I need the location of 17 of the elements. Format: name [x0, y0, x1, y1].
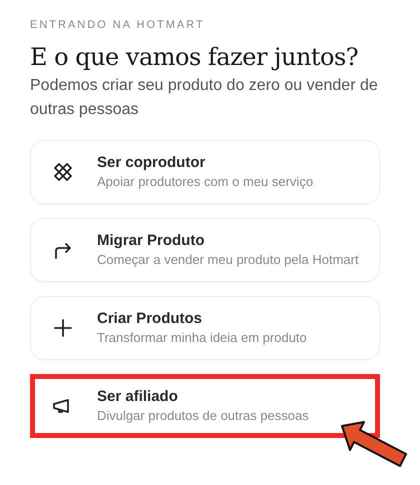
section-label: ENTRANDO NA HOTMART — [30, 18, 206, 32]
option-title: Migrar Produto — [97, 231, 206, 251]
option-card[interactable]: Criar Produtos Transformar minha ideia em produto — [30, 296, 380, 360]
pointer-arrow-drawing — [340, 420, 408, 468]
page-subtitle: Podemos criar seu produto do zero ou vender de outras pessoas — [30, 76, 379, 120]
page-title: E o que vamos fazer juntos? — [30, 42, 360, 72]
option-description: Transformar minha ideia em produto — [97, 329, 307, 347]
option-card[interactable]: Ser coprodutor Apoiar produtores com o meu serviço — [30, 140, 380, 204]
option-title: Ser afiliado — [97, 387, 179, 407]
option-title: Ser coprodutor — [97, 153, 206, 173]
option-description: Começar a vender meu produto pela Hotmart — [97, 251, 359, 269]
option-title: Criar Produtos — [97, 309, 204, 329]
option-card[interactable]: Ser afiliado Divulgar produtos de outras pessoas — [30, 374, 380, 438]
plus-icon — [51, 316, 75, 340]
option-card[interactable]: Migrar Produto Começar a vender meu produto pela Hotmart — [30, 218, 380, 282]
option-description: Apoiar produtores com o meu serviço — [97, 173, 314, 191]
option-description: Divulgar produtos de outras pessoas — [97, 407, 309, 425]
